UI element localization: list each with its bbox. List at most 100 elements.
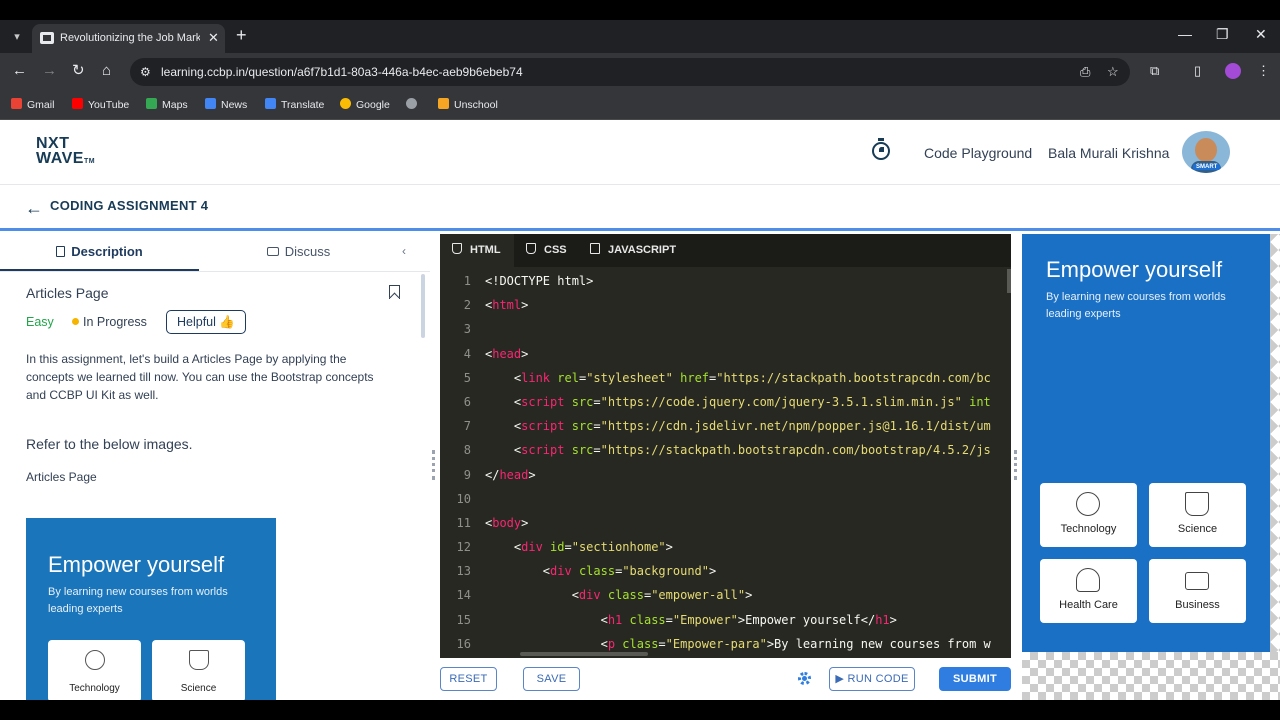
code-line[interactable]: 10: [440, 487, 1005, 511]
code-playground-link[interactable]: Code Playground: [924, 145, 1032, 161]
output-card-science: Science: [1149, 483, 1246, 547]
code-token: div: [550, 564, 572, 579]
code-lines[interactable]: 1 <!DOCTYPE html> 2 <html> 3 4 <head> 5 <link r…: [440, 269, 1005, 656]
code-token: src: [571, 394, 594, 409]
bookmark-translate[interactable]: Translate: [265, 98, 324, 111]
install-app-icon[interactable]: ⎙: [1080, 64, 1090, 80]
code-line[interactable]: 3: [440, 317, 1005, 341]
right-splitter-handle[interactable]: [1014, 450, 1017, 480]
address-bar[interactable]: ⚙ learning.ccbp.in/question/a6f7b1d1-80a…: [130, 58, 1130, 86]
code-line[interactable]: 6 <script src="https://code.jquery.com/j…: [440, 390, 1005, 414]
bookmark-gmail[interactable]: Gmail: [11, 98, 54, 111]
bookmark-maps[interactable]: Maps: [146, 98, 188, 111]
bookmark-google[interactable]: Google: [340, 98, 390, 111]
output-para: By learning new courses from worlds lead…: [1046, 291, 1226, 320]
code-line[interactable]: 13 <div class="background">: [440, 559, 1005, 583]
code-text[interactable]: </head>: [485, 463, 536, 487]
code-token: >: [889, 612, 897, 627]
code-line[interactable]: 4 <head>: [440, 342, 1005, 366]
code-token: head: [492, 346, 522, 361]
code-line[interactable]: 15 <h1 class="Empower">Empower yourself<…: [440, 608, 1005, 632]
editor-horizontal-scrollbar[interactable]: [520, 652, 648, 656]
code-text[interactable]: <body>: [485, 511, 528, 535]
url-text[interactable]: learning.ccbp.in/question/a6f7b1d1-80a3-…: [161, 65, 523, 79]
code-text[interactable]: <div class="empower-all">: [485, 583, 753, 607]
tab-css[interactable]: CSS: [514, 234, 578, 267]
nxtwave-logo[interactable]: NXT WAVETM: [36, 136, 95, 169]
home-icon[interactable]: ⌂: [102, 62, 111, 80]
tab-html[interactable]: HTML: [440, 234, 514, 267]
description-panel: Description Discuss ‹ Articles Page Easy…: [0, 234, 430, 700]
code-token: "sectionhome": [571, 540, 666, 555]
code-token: int: [969, 394, 991, 409]
code-text[interactable]: <script src="https://code.jquery.com/jqu…: [485, 390, 991, 414]
panel-scrollbar[interactable]: [421, 274, 425, 338]
timer-icon[interactable]: [872, 138, 890, 160]
editor-vertical-scrollbar[interactable]: [1007, 269, 1011, 293]
side-panel-icon[interactable]: ▯: [1194, 63, 1201, 79]
code-token: <: [485, 370, 522, 385]
left-splitter-handle[interactable]: [432, 450, 435, 480]
code-line[interactable]: 12 <div id="sectionhome">: [440, 535, 1005, 559]
back-arrow-icon[interactable]: ←: [25, 198, 43, 219]
code-line[interactable]: 7 <script src="https://cdn.jsdelivr.net/…: [440, 414, 1005, 438]
minimize-icon[interactable]: —: [1178, 26, 1192, 42]
bookmark-unschool[interactable]: Unschool: [438, 98, 498, 111]
code-text[interactable]: <div id="sectionhome">: [485, 535, 673, 559]
extensions-icon[interactable]: ⧉: [1150, 63, 1159, 79]
news-icon: [205, 98, 216, 109]
tab-discuss[interactable]: Discuss: [199, 234, 398, 271]
code-text[interactable]: <html>: [485, 293, 528, 317]
close-tab-icon[interactable]: ✕: [208, 30, 219, 46]
back-icon[interactable]: ←: [12, 62, 27, 80]
user-name[interactable]: Bala Murali Krishna: [1048, 145, 1169, 161]
save-button[interactable]: SAVE: [523, 667, 580, 691]
code-line[interactable]: 2 <html>: [440, 293, 1005, 317]
code-token: <: [485, 394, 522, 409]
bookmark-youtube[interactable]: YouTube: [72, 98, 129, 111]
code-text[interactable]: <h1 class="Empower">Empower yourself</h1…: [485, 608, 897, 632]
chat-icon: [266, 247, 279, 256]
site-info-icon[interactable]: ⚙: [140, 65, 154, 79]
helpful-button[interactable]: Helpful 👍: [166, 310, 246, 334]
code-text[interactable]: <div class="background">: [485, 559, 716, 583]
code-line[interactable]: 11 <body>: [440, 511, 1005, 535]
forward-icon[interactable]: →: [42, 62, 57, 80]
code-line[interactable]: 14 <div class="empower-all">: [440, 583, 1005, 607]
bookmark-star-icon[interactable]: ☆: [1107, 64, 1119, 80]
bookmark-icon[interactable]: [389, 285, 400, 299]
tab-description[interactable]: Description: [0, 234, 199, 271]
code-text[interactable]: <link rel="stylesheet" href="https://sta…: [485, 366, 991, 390]
code-text[interactable]: <script src="https://cdn.jsdelivr.net/np…: [485, 414, 991, 438]
profile-avatar-icon[interactable]: [1225, 63, 1241, 79]
code-line[interactable]: 8 <script src="https://stackpath.bootstr…: [440, 438, 1005, 462]
line-number: 14: [456, 588, 471, 603]
bookmark-news[interactable]: News: [205, 98, 247, 111]
code-text[interactable]: <!DOCTYPE html>: [485, 269, 593, 293]
close-window-icon[interactable]: ✕: [1255, 26, 1267, 43]
tab-javascript[interactable]: JAVASCRIPT: [578, 234, 688, 267]
code-text[interactable]: <script src="https://stackpath.bootstrap…: [485, 438, 991, 462]
code-line[interactable]: 9 </head>: [440, 463, 1005, 487]
run-code-button[interactable]: ▶ RUN CODE: [829, 667, 915, 691]
tab-search-icon[interactable]: ▾: [8, 28, 26, 46]
code-text[interactable]: <head>: [485, 342, 528, 366]
css3-icon: [526, 243, 536, 254]
browser-tab[interactable]: Revolutionizing the Job Market ✕: [32, 24, 225, 53]
collapse-panel-icon[interactable]: ‹: [402, 244, 406, 258]
reload-icon[interactable]: ↻: [72, 62, 85, 80]
code-editor[interactable]: HTML CSS JAVASCRIPT 1 <!DOCTYPE html> 2 <ht…: [440, 234, 1011, 658]
settings-gear-icon[interactable]: [798, 672, 811, 685]
menu-kebab-icon[interactable]: ⋮: [1257, 63, 1270, 79]
submit-button[interactable]: SUBMIT: [939, 667, 1011, 691]
reset-button[interactable]: RESET: [440, 667, 497, 691]
restore-icon[interactable]: ❐: [1216, 26, 1229, 43]
bookmark-globe[interactable]: [406, 98, 422, 111]
code-token: <: [485, 588, 579, 603]
tab-divider: [0, 271, 430, 272]
code-line[interactable]: 1 <!DOCTYPE html>: [440, 269, 1005, 293]
code-line[interactable]: 5 <link rel="stylesheet" href="https://s…: [440, 366, 1005, 390]
new-tab-icon[interactable]: +: [236, 25, 247, 46]
